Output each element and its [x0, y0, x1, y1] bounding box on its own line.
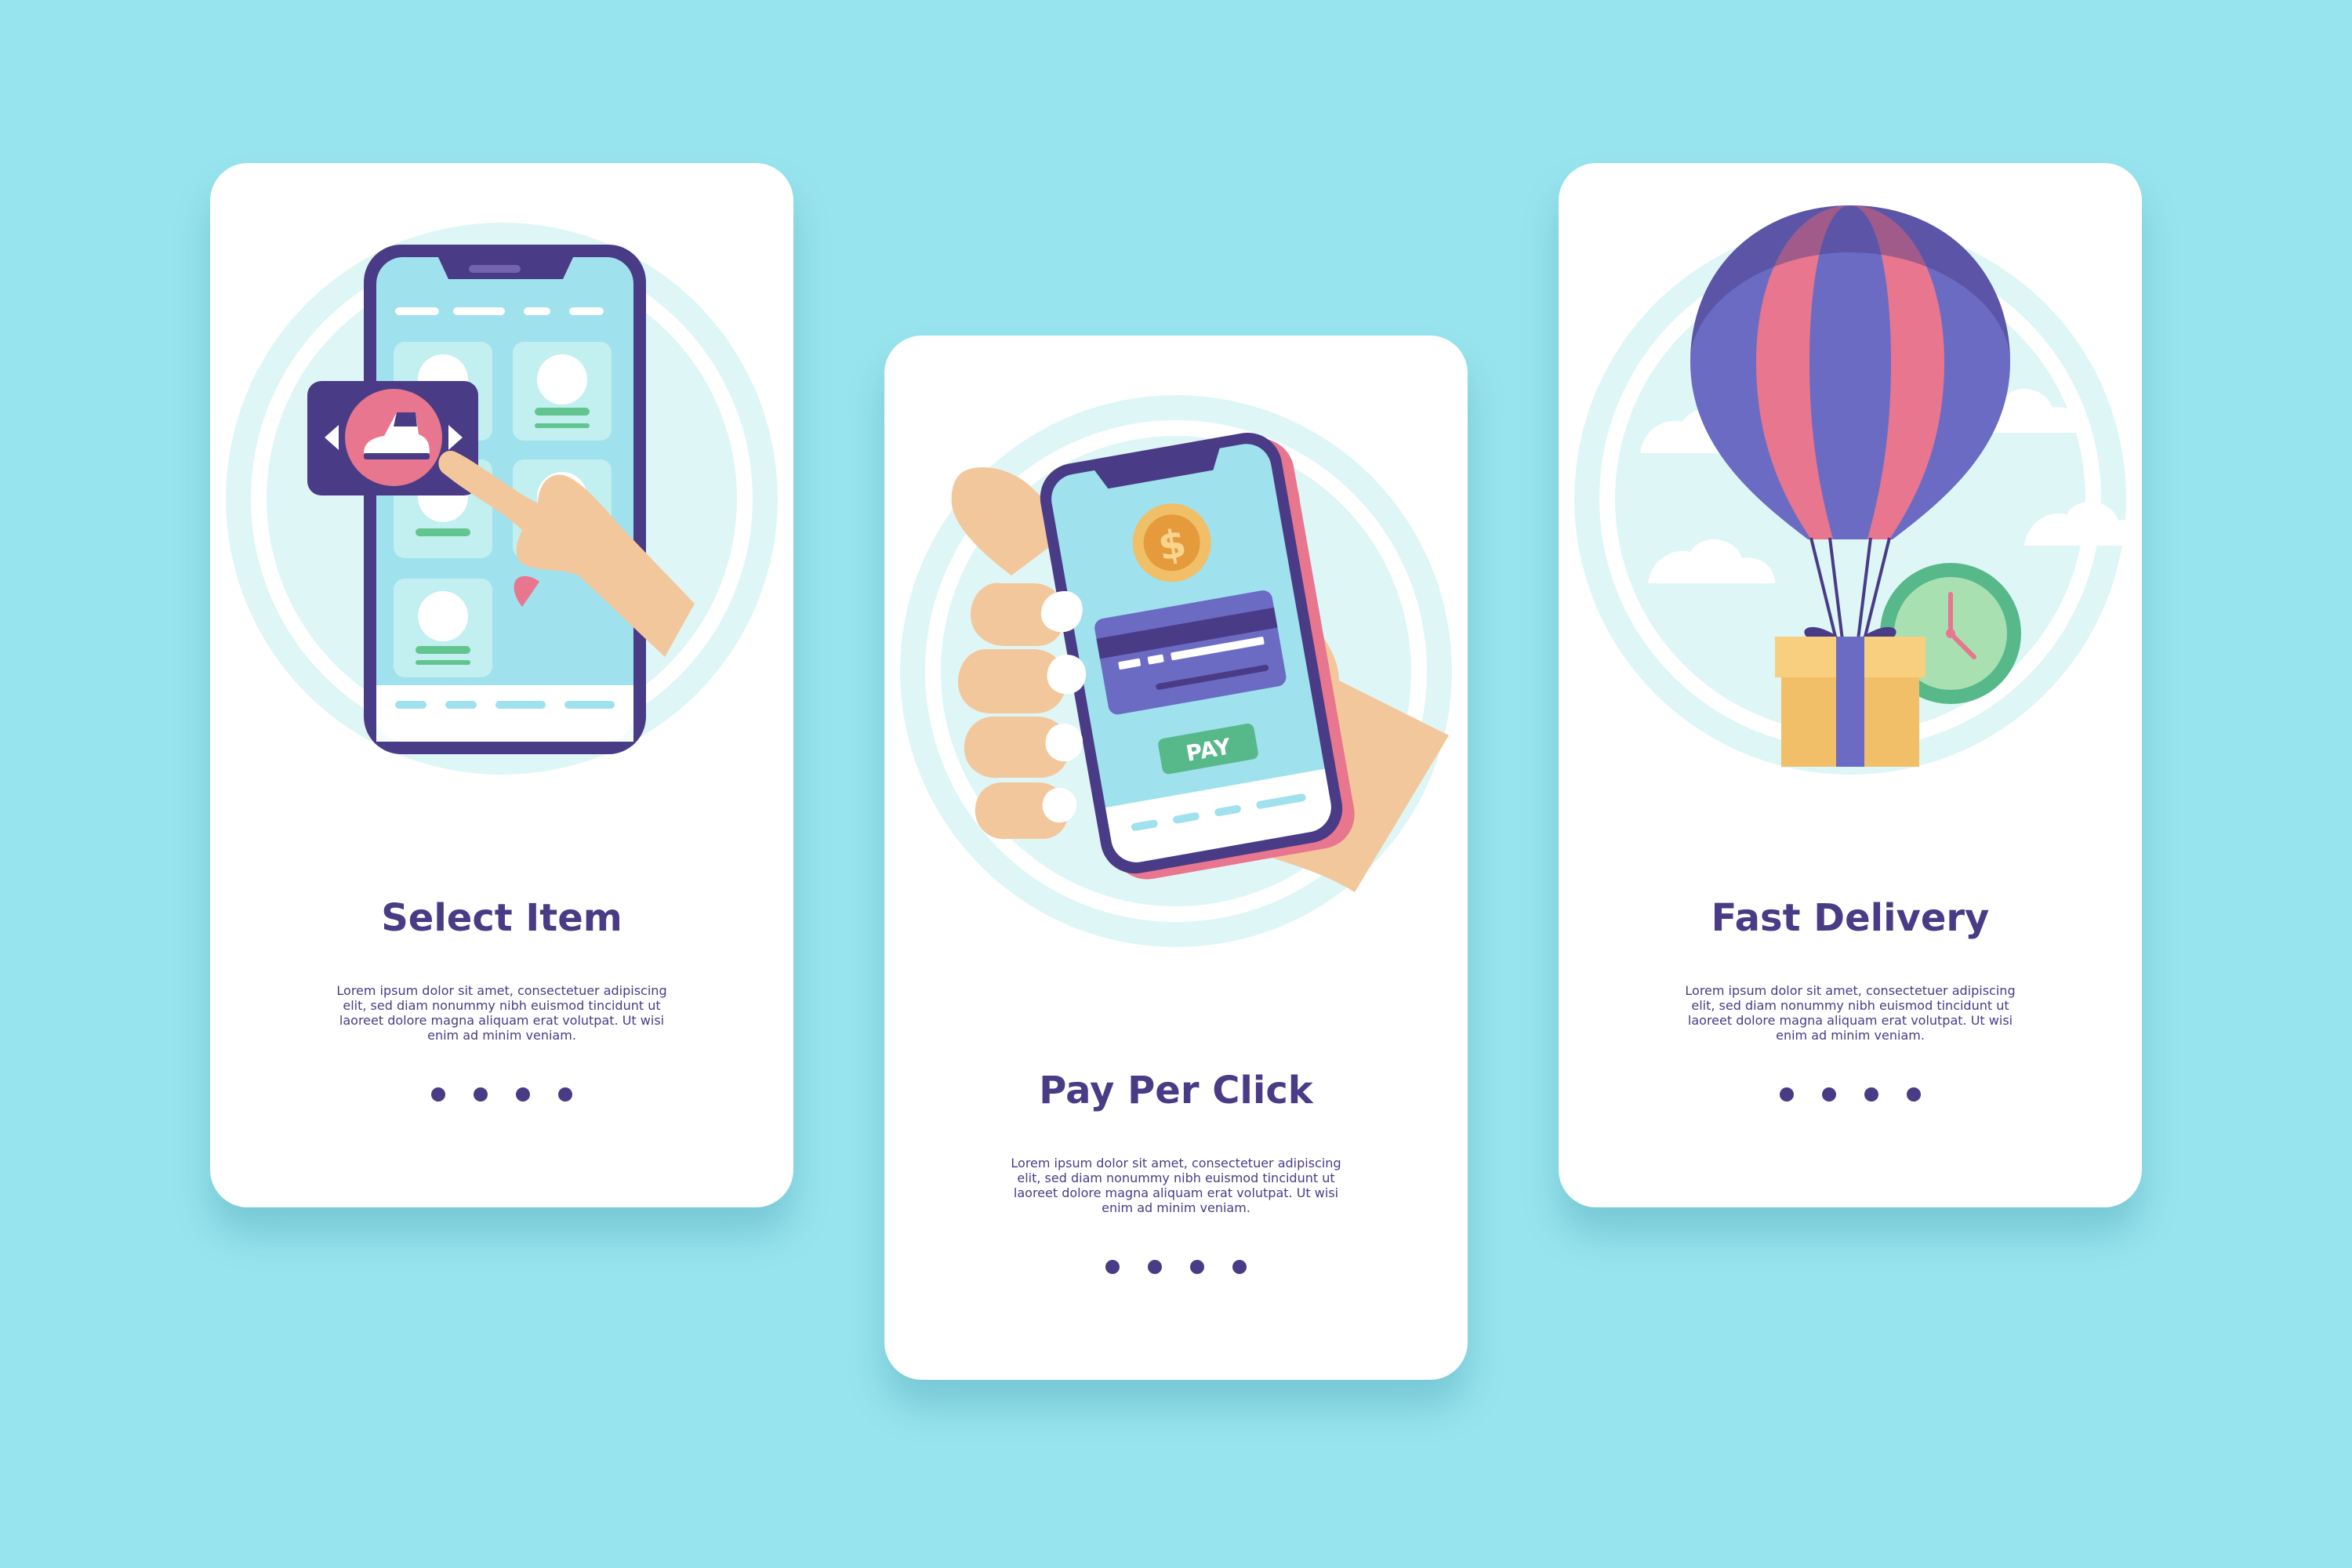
- page-dot[interactable]: [516, 1087, 530, 1102]
- card-title: Pay Per Click: [1039, 1069, 1313, 1112]
- onboarding-card-pay-per-click: $ PAY Pay Per Click Lorem ipsum dolor si…: [884, 336, 1468, 1380]
- page-indicator: [884, 1260, 1468, 1274]
- card-description: Lorem ipsum dolor sit amet, consectetuer…: [336, 983, 667, 1043]
- page-dot[interactable]: [1822, 1087, 1836, 1102]
- page-dot[interactable]: [1907, 1087, 1921, 1102]
- page-dot[interactable]: [1148, 1260, 1162, 1274]
- card-title: Fast Delivery: [1711, 896, 1990, 940]
- onboarding-card-select-item: Select Item Lorem ipsum dolor sit amet, …: [210, 163, 793, 1207]
- page-dot[interactable]: [1232, 1260, 1247, 1274]
- card-description: Lorem ipsum dolor sit amet, consectetuer…: [1011, 1156, 1341, 1215]
- fast-delivery-illustration: [1574, 205, 2142, 775]
- page-dot[interactable]: [474, 1087, 488, 1102]
- page-indicator: [1559, 1087, 2142, 1102]
- onboarding-card-fast-delivery: Fast Delivery Lorem ipsum dolor sit amet…: [1559, 163, 2142, 1207]
- product-tile[interactable]: [513, 342, 612, 441]
- gift-box-icon: [1775, 626, 1926, 767]
- select-item-illustration: [226, 223, 778, 775]
- page-dot[interactable]: [1105, 1260, 1120, 1274]
- card-title: Select Item: [381, 896, 622, 940]
- page-dot[interactable]: [431, 1087, 445, 1102]
- page-dot[interactable]: [1780, 1087, 1794, 1102]
- page-indicator: [210, 1087, 793, 1102]
- page-dot[interactable]: [1190, 1260, 1204, 1274]
- card-description: Lorem ipsum dolor sit amet, consectetuer…: [1685, 983, 2016, 1043]
- product-tile[interactable]: [394, 579, 492, 677]
- page-dot[interactable]: [558, 1087, 572, 1102]
- pay-per-click-illustration: $ PAY: [900, 395, 1452, 947]
- page-dot[interactable]: [1864, 1087, 1878, 1102]
